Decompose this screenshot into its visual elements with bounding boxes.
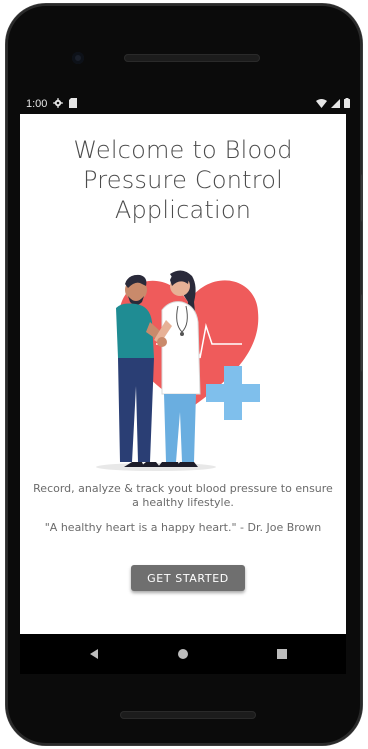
- home-icon[interactable]: [175, 646, 191, 662]
- top-speaker: [124, 54, 260, 62]
- power-button: [361, 174, 362, 222]
- signal-icon: [331, 98, 340, 111]
- bottom-speaker: [120, 711, 256, 719]
- navigation-bar: [20, 634, 346, 674]
- status-bar: 1:00: [26, 94, 350, 114]
- battery-icon: [344, 97, 350, 111]
- welcome-title: Welcome to Blood Pressure Control Applic…: [73, 136, 293, 224]
- sim-card-icon: [69, 97, 78, 111]
- volume-button: [361, 294, 362, 372]
- description-text: Record, analyze & track yout blood press…: [33, 482, 333, 509]
- gear-icon: [53, 97, 64, 111]
- app-screen: Welcome to Blood Pressure Control Applic…: [20, 114, 346, 634]
- front-camera: [72, 52, 84, 64]
- back-icon[interactable]: [86, 646, 102, 662]
- status-left: 1:00: [26, 97, 78, 111]
- recents-icon[interactable]: [274, 646, 290, 662]
- quote-text: "A healthy heart is a happy heart." - Dr…: [44, 521, 322, 534]
- doctor-patient-heart-illustration: [96, 270, 260, 471]
- status-time: 1:00: [26, 98, 48, 110]
- wifi-icon: [316, 98, 327, 111]
- get-started-button[interactable]: GET STARTED: [131, 565, 245, 591]
- status-right: [316, 97, 350, 111]
